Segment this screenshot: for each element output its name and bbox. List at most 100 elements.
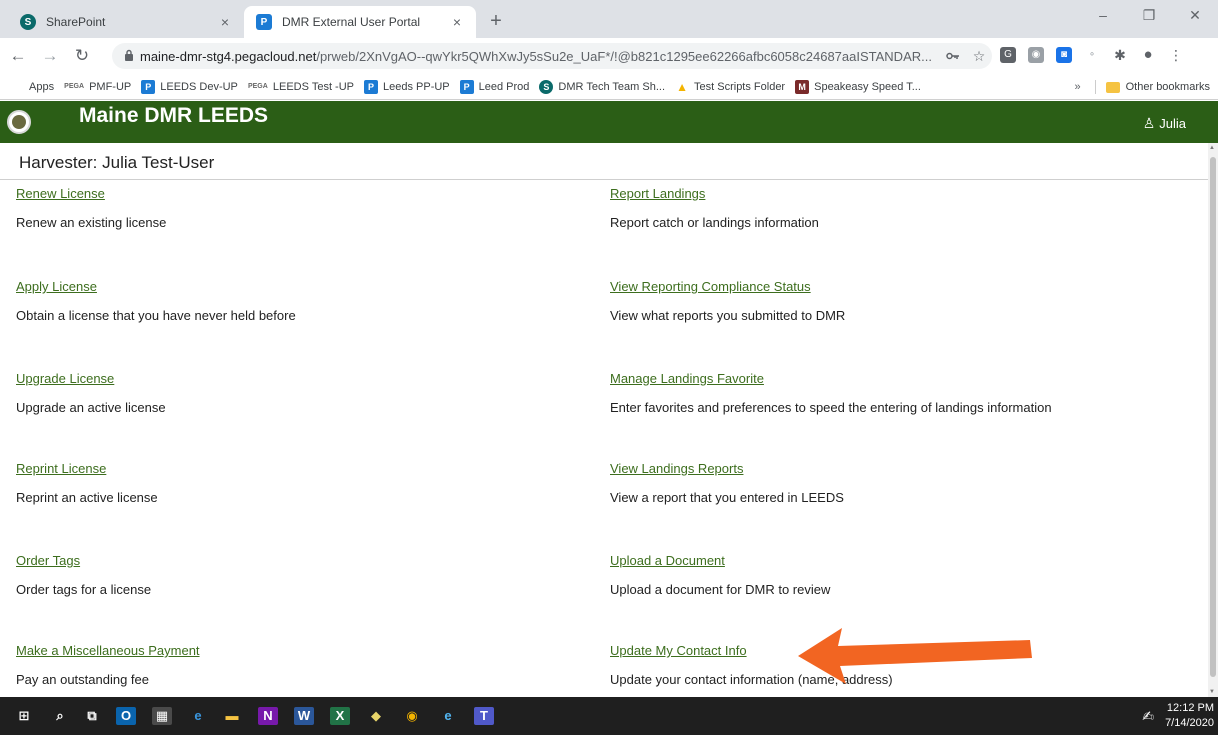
app-title: Maine DMR LEEDS (79, 104, 269, 127)
bookmark-item[interactable]: PEGA LEEDS Test -UP (248, 80, 354, 94)
bookmarks-overflow-button[interactable]: » (1075, 81, 1081, 93)
p-bookmark-icon: P (141, 79, 156, 94)
action-link[interactable]: View Reporting Compliance Status (610, 279, 845, 294)
page-scrollbar[interactable]: ▲ ▼ (1208, 143, 1218, 697)
edge-icon[interactable]: e (188, 707, 208, 725)
excel-icon[interactable]: X (330, 707, 350, 725)
teams-icon[interactable]: T (474, 707, 494, 725)
internet-explorer-icon[interactable]: e (438, 707, 458, 725)
file-explorer-icon[interactable]: ▬ (222, 707, 242, 725)
snipping-icon[interactable]: ◆ (366, 707, 386, 725)
action-link[interactable]: Upload a Document (610, 553, 830, 568)
task-view-icon[interactable]: ⧉ (82, 707, 102, 725)
lock-icon[interactable] (118, 49, 140, 64)
minimize-button[interactable]: – (1080, 0, 1126, 30)
new-tab-button[interactable]: + (484, 10, 508, 33)
action-item: Reprint License Reprint an active license (16, 461, 158, 505)
forward-button[interactable]: → (36, 46, 64, 66)
word-icon[interactable]: W (294, 707, 314, 725)
bookmark-label: Leed Prod (478, 80, 530, 93)
maine-seal-logo (7, 110, 31, 134)
key-icon[interactable] (940, 48, 966, 64)
close-icon[interactable]: × (446, 14, 468, 30)
tab-dmr-portal[interactable]: P DMR External User Portal × (244, 6, 476, 38)
close-icon[interactable]: × (214, 14, 236, 30)
se-bookmark-icon: M (795, 79, 810, 94)
star-icon[interactable]: ☆ (966, 48, 992, 65)
action-link[interactable]: Make a Miscellaneous Payment (16, 643, 200, 658)
extension-circle-icon[interactable]: ◉ (1028, 47, 1044, 63)
outlook-icon[interactable]: O (116, 707, 136, 725)
windows-start-icon[interactable]: ⊞ (14, 707, 34, 725)
p-bookmark-icon: P (459, 79, 474, 94)
scroll-down-icon[interactable]: ▼ (1209, 689, 1215, 695)
close-window-button[interactable]: ✕ (1172, 0, 1218, 30)
extension-g-icon[interactable]: G (1000, 47, 1016, 63)
bookmark-item[interactable]: P Leed Prod (459, 79, 530, 94)
tab-title: DMR External User Portal (282, 15, 421, 29)
bookmark-item[interactable]: ⁝⁝⁝ Apps (10, 79, 55, 94)
action-link[interactable]: Reprint License (16, 461, 158, 476)
action-description: Upgrade an active license (16, 400, 166, 415)
action-link[interactable]: Apply License (16, 279, 296, 294)
bookmark-item[interactable]: P LEEDS Dev-UP (141, 79, 238, 94)
system-clock[interactable]: 12:12 PM 7/14/2020 (1165, 701, 1214, 731)
url-bar[interactable]: maine-dmr-stg4.pegacloud.net/prweb/2XnVg… (112, 43, 992, 69)
pen-icon[interactable]: ✍ (1142, 708, 1154, 725)
onenote-icon[interactable]: N (258, 707, 278, 725)
action-description: Report catch or landings information (610, 215, 819, 230)
scroll-up-icon[interactable]: ▲ (1209, 145, 1215, 151)
action-item: View Reporting Compliance Status View wha… (610, 279, 845, 323)
address-bar-row: ← → ↻ maine-dmr-stg4.pegacloud.net/prweb… (0, 38, 1218, 74)
action-description: Update your contact information (name, a… (610, 672, 893, 687)
action-link[interactable]: Order Tags (16, 553, 151, 568)
action-link[interactable]: Report Landings (610, 186, 819, 201)
bookmark-item[interactable]: PEGA PMF-UP (64, 80, 131, 94)
menu-icon[interactable]: ⋮ (1168, 47, 1184, 63)
action-link[interactable]: Renew License (16, 186, 166, 201)
scroll-thumb[interactable] (1210, 157, 1216, 677)
action-description: Reprint an active license (16, 490, 158, 505)
bookmark-label: Test Scripts Folder (694, 80, 786, 93)
clock-date: 7/14/2020 (1165, 717, 1214, 729)
bookmark-label: LEEDS Test -UP (272, 80, 354, 93)
action-description: Enter favorites and preferences to speed… (610, 400, 1052, 415)
bookmark-item[interactable]: M Speakeasy Speed T... (795, 79, 921, 94)
bookmark-label: Leeds PP-UP (383, 80, 450, 93)
bookmark-item[interactable]: S DMR Tech Team Sh... (539, 79, 666, 94)
action-description: Upload a document for DMR to review (610, 582, 831, 597)
action-description: Obtain a license that you have never hel… (16, 308, 296, 323)
bookmark-item[interactable]: ▲ Test Scripts Folder (675, 80, 785, 94)
extension-key-icon[interactable]: ∘ (1084, 47, 1100, 63)
p-bookmark-icon: P (364, 79, 378, 94)
puzzle-icon[interactable]: ✱ (1112, 47, 1128, 63)
bookmark-label: DMR Tech Team Sh... (558, 80, 666, 93)
clock-time: 12:12 PM (1166, 702, 1214, 714)
back-button[interactable]: ← (4, 46, 32, 66)
url-path: /prweb/2XnVgAO--qwYkr5QWhXwJy5sSu2e_UaF*… (316, 48, 932, 64)
extension-blue-icon[interactable]: ◙ (1056, 47, 1072, 63)
bookmark-label: Speakeasy Speed T... (814, 80, 921, 93)
bookmark-label: PMF-UP (89, 80, 132, 93)
bookmark-item[interactable]: P Leeds PP-UP (364, 79, 450, 94)
action-link[interactable]: View Landings Reports (610, 461, 844, 476)
action-link[interactable]: Update My Contact Info (610, 643, 893, 658)
profile-icon[interactable]: ● (1140, 47, 1156, 63)
actions-panel: Renew License Renew an existing license Ap… (0, 181, 1208, 697)
action-link[interactable]: Manage Landings Favorite (610, 371, 1052, 386)
url-text[interactable]: maine-dmr-stg4.pegacloud.net/prweb/2XnVg… (140, 49, 940, 64)
bookmark-label: Apps (29, 80, 55, 93)
other-bookmarks[interactable]: Other bookmarks (1126, 81, 1210, 93)
reload-button[interactable]: ↻ (68, 46, 96, 66)
chrome-icon[interactable]: ◉ (402, 707, 422, 725)
drive-bookmark-icon: ▲ (676, 79, 688, 94)
action-item: Make a Miscellaneous Payment Pay an outst… (16, 643, 200, 687)
tab-sharepoint[interactable]: S SharePoint × (8, 6, 244, 38)
calculator-icon[interactable]: ▦ (152, 707, 172, 725)
action-link[interactable]: Upgrade License (16, 371, 166, 386)
bookmark-label: LEEDS Dev-UP (160, 80, 238, 93)
search-icon[interactable]: ⌕ (50, 707, 70, 725)
seal-inner (12, 115, 26, 129)
user-menu[interactable]: ♙ Julia (1143, 115, 1186, 132)
restore-button[interactable]: ❐ (1126, 0, 1172, 30)
